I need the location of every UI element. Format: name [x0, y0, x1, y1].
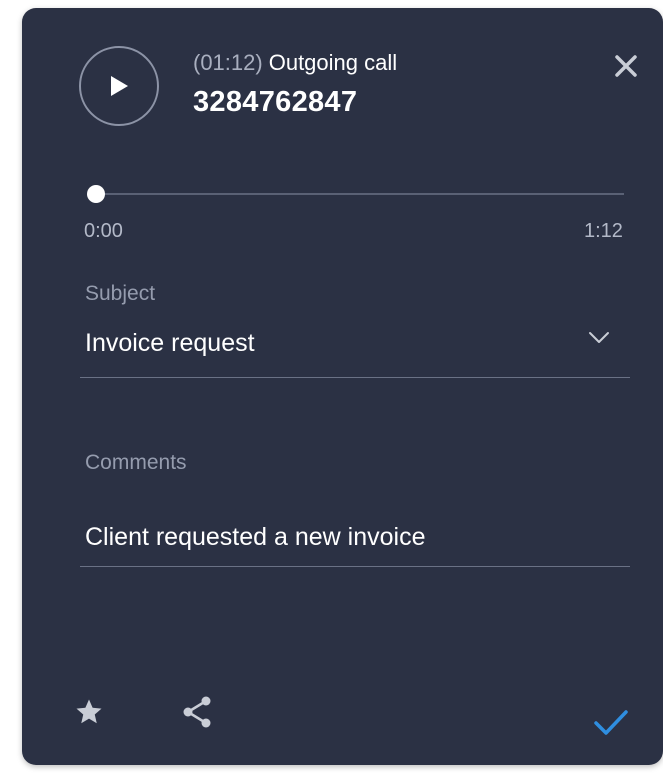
- comments-label: Comments: [85, 451, 187, 474]
- total-time: 1:12: [584, 220, 623, 242]
- play-icon: [111, 76, 128, 96]
- comments-input[interactable]: [80, 513, 630, 561]
- share-icon: [183, 696, 211, 728]
- phone-number: 3284762847: [193, 86, 358, 118]
- comments-underline: [80, 566, 630, 567]
- call-type: Outgoing call: [268, 50, 398, 75]
- star-icon: [76, 699, 102, 724]
- confirm-button[interactable]: [592, 708, 630, 738]
- subject-value: Invoice request: [85, 329, 255, 357]
- subject-label: Subject: [85, 282, 156, 305]
- playback-progress-handle[interactable]: [87, 185, 105, 203]
- play-button[interactable]: [79, 46, 159, 126]
- call-details-panel: (01:12) Outgoing call 3284762847 0:00 1:1…: [22, 8, 663, 765]
- close-icon: [615, 55, 637, 77]
- current-time: 0:00: [84, 220, 123, 242]
- call-meta: (01:12) Outgoing call: [193, 50, 397, 76]
- call-duration: (01:12): [193, 50, 263, 75]
- playback-progress-track[interactable]: [88, 193, 624, 195]
- checkmark-icon: [594, 710, 628, 735]
- chevron-down-icon[interactable]: [588, 330, 610, 346]
- close-button[interactable]: [612, 52, 640, 80]
- favorite-button[interactable]: [74, 697, 104, 727]
- subject-underline: [80, 377, 630, 378]
- share-button[interactable]: [180, 694, 214, 730]
